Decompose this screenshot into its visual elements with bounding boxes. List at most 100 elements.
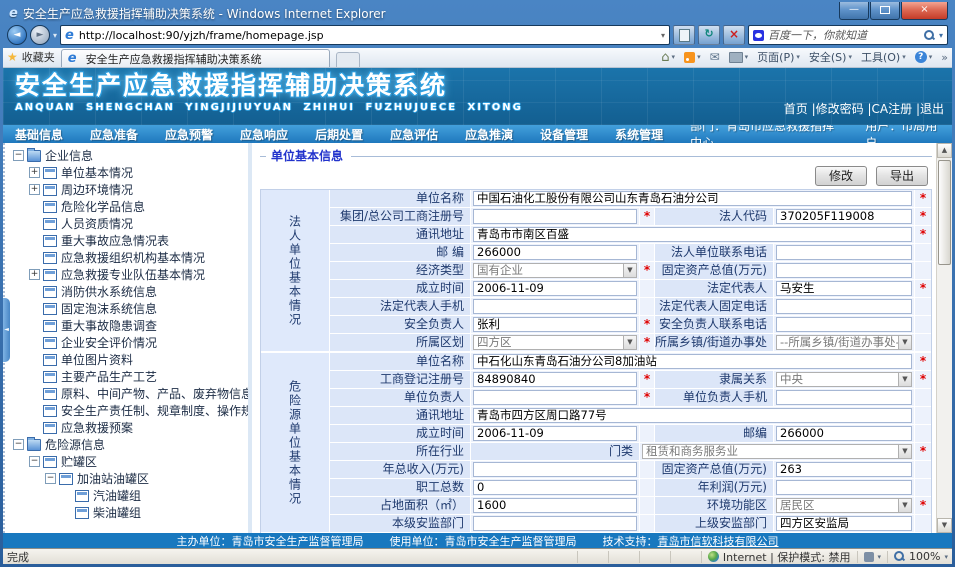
address-url[interactable]: http://localhost:90/yjzh/frame/homepage.… — [79, 29, 661, 42]
text-field[interactable]: 266000 — [473, 245, 637, 260]
scroll-down-icon[interactable]: ▼ — [937, 518, 952, 533]
text-field[interactable] — [473, 299, 637, 314]
menu-item[interactable]: 应急准备 — [90, 126, 138, 143]
tree-item[interactable]: 应急救援预案 — [9, 419, 248, 436]
search-icon[interactable] — [924, 30, 935, 41]
refresh-button[interactable]: ↻ — [698, 25, 720, 45]
address-dropdown-icon[interactable]: ▾ — [661, 31, 665, 40]
more-commands-button[interactable]: » — [941, 51, 948, 64]
help-button[interactable]: ?▾ — [915, 51, 933, 63]
chevron-down-icon[interactable]: ▼ — [898, 373, 911, 386]
text-field[interactable]: 370205F119008 — [776, 209, 912, 224]
chevron-down-icon[interactable]: ▼ — [623, 264, 636, 277]
tree-item[interactable]: 主要产品生产工艺 — [9, 368, 248, 385]
text-field[interactable]: 2006-11-09 — [473, 281, 637, 296]
text-field[interactable]: 1600 — [473, 498, 637, 513]
tree-item[interactable]: 重大事故隐患调查 — [9, 317, 248, 334]
page-menu-button[interactable]: 页面(P)▾ — [757, 49, 800, 65]
text-field[interactable]: 84890840 — [473, 372, 637, 387]
tree-item[interactable]: 原料、中间产物、产品、废弃物信息 — [9, 385, 248, 402]
search-box[interactable]: 百度一下，你就知道 ▾ — [748, 25, 948, 45]
text-field[interactable] — [473, 209, 637, 224]
zoom-control[interactable]: 100% ▾ — [887, 551, 948, 563]
menu-item[interactable]: 基础信息 — [15, 126, 63, 143]
tree-item[interactable]: +周边环境情况 — [9, 181, 248, 198]
tree-item[interactable]: +单位基本情况 — [9, 164, 248, 181]
read-mail-button[interactable]: ✉ — [710, 50, 720, 64]
text-field[interactable] — [473, 390, 637, 405]
address-bar[interactable]: e http://localhost:90/yjzh/frame/homepag… — [60, 25, 670, 45]
text-field[interactable] — [473, 516, 637, 531]
text-field[interactable] — [776, 299, 912, 314]
text-field[interactable]: 263 — [776, 462, 912, 477]
text-field[interactable] — [776, 480, 912, 495]
chevron-down-icon[interactable]: ▼ — [898, 445, 911, 458]
tree-item[interactable]: 企业安全评价情况 — [9, 334, 248, 351]
favorites-button[interactable]: ★ 收藏夹 — [7, 49, 55, 67]
tree-item[interactable]: 单位图片资料 — [9, 351, 248, 368]
home-button[interactable]: ⌂▾ — [661, 50, 675, 65]
text-field[interactable] — [776, 245, 912, 260]
text-field[interactable]: 中石化山东青岛石油分公司8加油站 — [473, 354, 912, 369]
menu-item[interactable]: 应急评估 — [390, 126, 438, 143]
tree-item[interactable]: −贮罐区 — [9, 453, 248, 470]
select-field[interactable]: 四方区▼ — [473, 335, 637, 350]
text-field[interactable] — [776, 390, 912, 405]
search-dropdown-icon[interactable]: ▾ — [939, 31, 943, 40]
menu-item[interactable]: 应急预警 — [165, 126, 213, 143]
text-field[interactable]: 四方区安监局 — [776, 516, 912, 531]
chevron-down-icon[interactable]: ▼ — [898, 499, 911, 512]
privacy-button[interactable]: ▾ — [857, 551, 882, 563]
form-scrollbar[interactable]: ▲ ▼ — [936, 143, 952, 533]
header-link[interactable]: 退出 — [920, 102, 944, 116]
safety-menu-button[interactable]: 安全(S)▾ — [809, 49, 852, 65]
header-link[interactable]: 修改密码 — [816, 102, 864, 116]
menu-item[interactable]: 后期处置 — [315, 126, 363, 143]
menu-item[interactable]: 设备管理 — [540, 126, 588, 143]
new-tab-button[interactable] — [336, 52, 360, 67]
text-field[interactable]: 266000 — [776, 426, 912, 441]
compatibility-view-button[interactable] — [673, 25, 695, 45]
recent-pages-dropdown-icon[interactable]: ▾ — [53, 31, 57, 40]
select-field[interactable]: 居民区▼ — [776, 498, 912, 513]
title-bar[interactable]: e 安全生产应急救援指挥辅助决策系统 - Windows Internet Ex… — [3, 0, 952, 24]
select-field[interactable]: 国有企业▼ — [473, 263, 637, 278]
tree-item[interactable]: 汽油罐组 — [9, 487, 248, 504]
tree-item[interactable]: 应急救援组织机构基本情况 — [9, 249, 248, 266]
browser-tab[interactable]: e 安全生产应急救援指挥辅助决策系统 — [61, 49, 330, 67]
scroll-up-icon[interactable]: ▲ — [937, 143, 952, 158]
forward-button[interactable]: ► — [30, 25, 50, 45]
text-field[interactable]: 马安生 — [776, 281, 912, 296]
expand-icon[interactable]: + — [29, 269, 40, 280]
tree-item[interactable]: −危险源信息 — [9, 436, 248, 453]
select-field[interactable]: 租赁和商务服务业▼ — [642, 444, 912, 459]
tools-menu-button[interactable]: 工具(O)▾ — [861, 49, 906, 65]
search-input[interactable]: 百度一下，你就知道 — [768, 27, 920, 43]
tree-item[interactable]: 人员资质情况 — [9, 215, 248, 232]
collapse-icon[interactable]: − — [29, 456, 40, 467]
tree-item[interactable]: 危险化学品信息 — [9, 198, 248, 215]
feeds-button[interactable]: ▾ — [684, 52, 701, 63]
menu-item[interactable]: 应急响应 — [240, 126, 288, 143]
tree-item[interactable]: 重大事故应急情况表 — [9, 232, 248, 249]
modify-button[interactable]: 修改 — [815, 166, 867, 186]
footer-tech-company[interactable]: 青岛市信软科技有限公司 — [658, 535, 779, 548]
panel-collapse-handle[interactable]: ◄ — [3, 298, 10, 362]
tree-item[interactable]: −加油站油罐区 — [9, 470, 248, 487]
print-button[interactable]: ▾ — [729, 52, 749, 63]
select-field[interactable]: 中央▼ — [776, 372, 912, 387]
menu-item[interactable]: 系统管理 — [615, 126, 663, 143]
text-field[interactable] — [776, 317, 912, 332]
text-field[interactable] — [776, 263, 912, 278]
tree-item[interactable]: −企业信息 — [9, 147, 248, 164]
stop-button[interactable]: × — [723, 25, 745, 45]
header-link[interactable]: CA注册 — [872, 102, 913, 116]
select-field[interactable]: --所属乡镇/街道办事处--▼ — [776, 335, 912, 350]
chevron-down-icon[interactable]: ▼ — [623, 336, 636, 349]
chevron-down-icon[interactable]: ▼ — [898, 336, 911, 349]
collapse-icon[interactable]: − — [45, 473, 56, 484]
close-button[interactable]: × — [901, 2, 948, 20]
expand-icon[interactable]: + — [29, 167, 40, 178]
minimize-button[interactable]: — — [839, 2, 869, 20]
tree-item[interactable]: +应急救援专业队伍基本情况 — [9, 266, 248, 283]
